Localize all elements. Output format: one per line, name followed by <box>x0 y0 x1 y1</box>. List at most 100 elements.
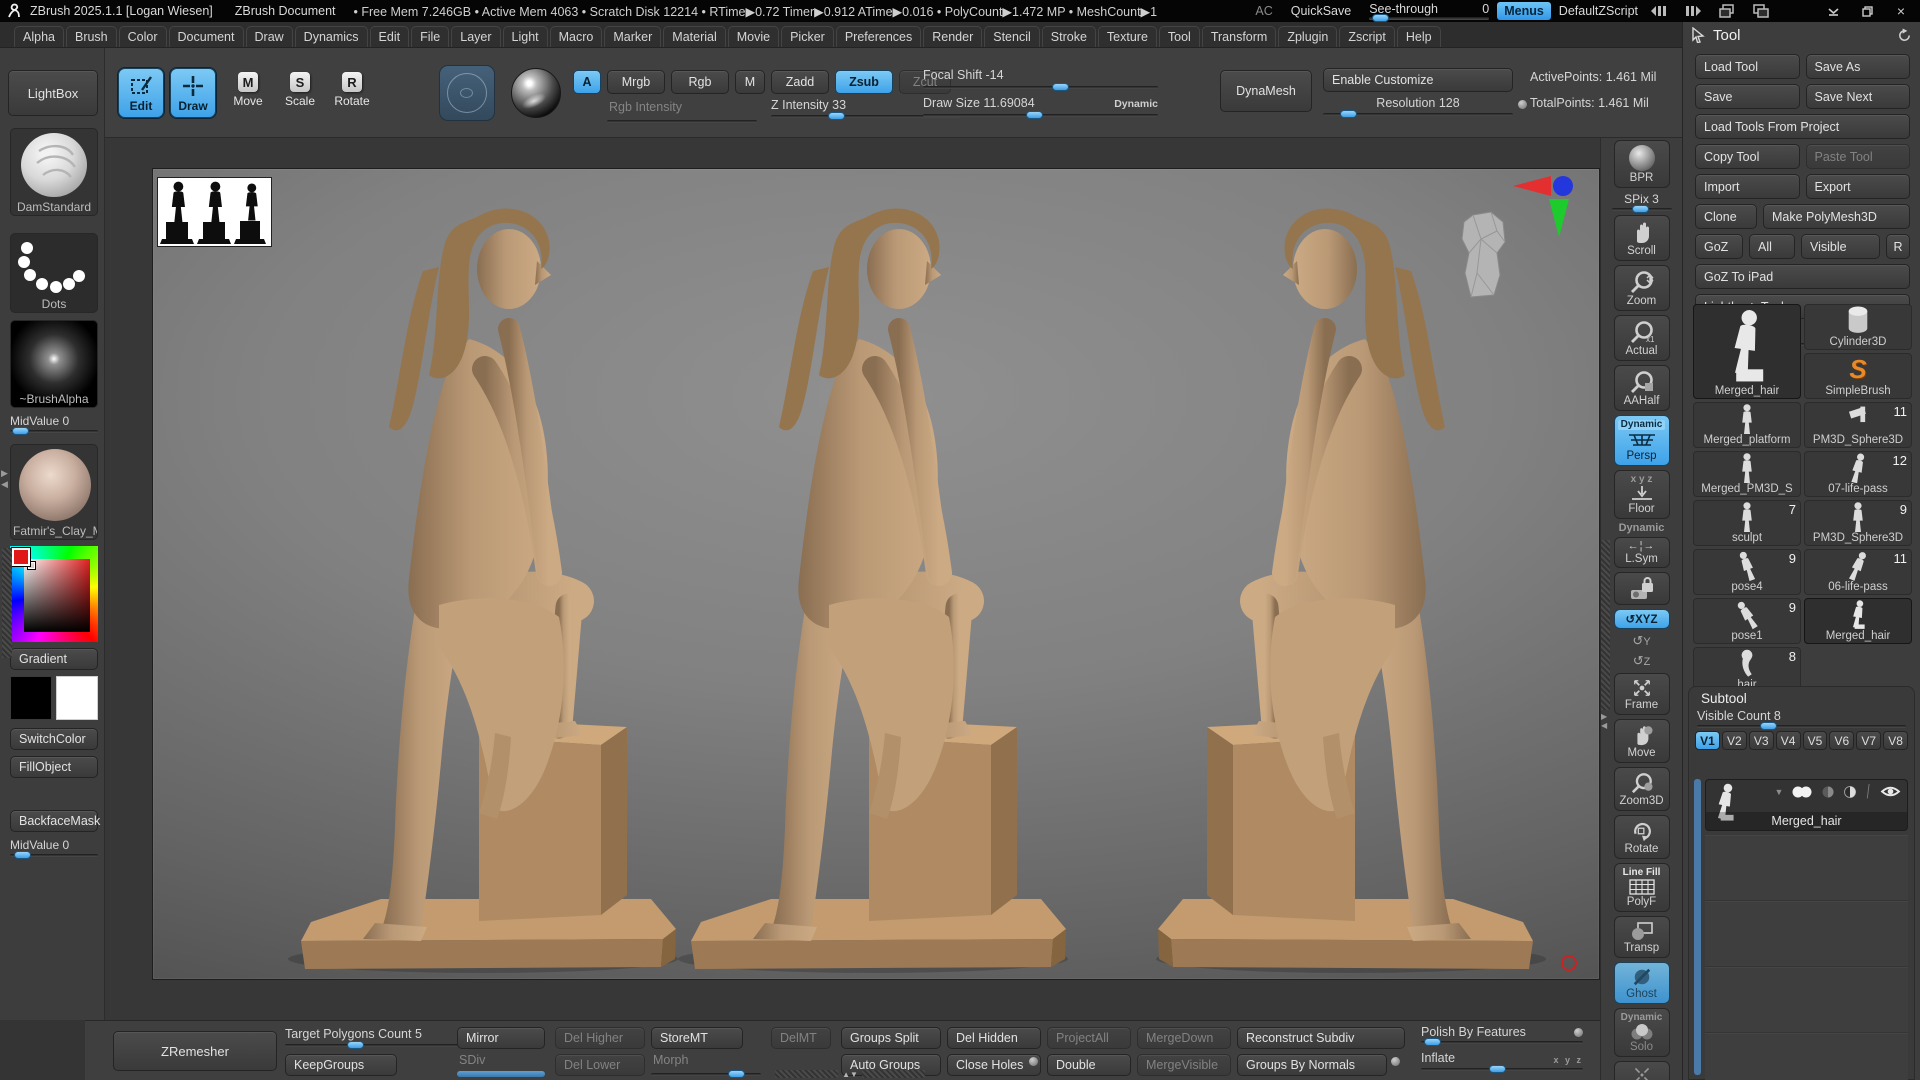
actual-button[interactable]: x1 Actual <box>1613 315 1670 361</box>
panel-refresh-icon[interactable] <box>1897 27 1912 43</box>
left-divider-expand-icon[interactable]: ▶ ◀ <box>1 468 8 490</box>
material-sphere-button[interactable] <box>511 68 561 118</box>
brush-preview-button[interactable] <box>439 65 495 121</box>
vtab-v2[interactable]: V2 <box>1721 731 1747 750</box>
current-brush-tile[interactable]: DamStandard <box>10 128 98 216</box>
tool-thumb-sculpt[interactable]: 7 sculpt <box>1693 500 1801 546</box>
close-holes-button[interactable]: Close Holes <box>947 1054 1041 1076</box>
menu-marker[interactable]: Marker <box>604 26 662 47</box>
fillobject-button[interactable]: FillObject <box>10 756 98 778</box>
subtool-item-merged-hair[interactable]: ▼ ╱ Merged_hair <box>1705 779 1908 831</box>
rotate-mode-button[interactable]: R Rotate <box>329 72 375 108</box>
xpose-button[interactable]: Xpose <box>1613 1061 1670 1080</box>
swap-panels-right-icon[interactable] <box>1748 3 1774 19</box>
mergedown-button[interactable]: MergeDown <box>1137 1027 1231 1049</box>
menu-preferences[interactable]: Preferences <box>835 26 922 47</box>
ghost-button[interactable]: Ghost <box>1613 962 1670 1004</box>
subtool-dropdown-icon[interactable]: ▼ <box>1774 787 1783 797</box>
visible-count-slider[interactable]: Visible Count 8 <box>1695 709 1908 730</box>
menu-material[interactable]: Material <box>663 26 726 47</box>
save-button[interactable]: Save <box>1695 84 1800 109</box>
statue-view-left[interactable] <box>271 177 691 987</box>
double-button[interactable]: Double <box>1047 1054 1131 1076</box>
del-higher-button[interactable]: Del Higher <box>555 1027 645 1049</box>
restore-button[interactable] <box>1854 3 1880 19</box>
menu-zscript[interactable]: Zscript <box>1339 26 1395 47</box>
edit-mode-button[interactable]: Edit <box>118 68 164 118</box>
polish-dot[interactable] <box>1574 1027 1583 1037</box>
goz-to-ipad-button[interactable]: GoZ To iPad <box>1695 264 1910 289</box>
enable-customize-button[interactable]: Enable Customize <box>1323 68 1513 92</box>
camera-bust-widget[interactable] <box>1453 209 1513 304</box>
tool-thumb-merged-pm3d[interactable]: Merged_PM3D_S <box>1693 451 1801 497</box>
bpr-button[interactable]: BPR <box>1613 140 1670 188</box>
menu-zplugin[interactable]: Zplugin <box>1278 26 1338 47</box>
menu-transform[interactable]: Transform <box>1201 26 1277 47</box>
vtab-v4[interactable]: V4 <box>1775 731 1801 750</box>
document-viewport[interactable] <box>152 168 1600 980</box>
delmt-button[interactable]: DelMT <box>771 1027 831 1049</box>
tool-thumb-cylinder3d[interactable]: Cylinder3D <box>1804 304 1912 350</box>
resolution-dot-toggle[interactable] <box>1518 100 1527 109</box>
groups-by-normals-button[interactable]: Groups By Normals <box>1237 1054 1387 1076</box>
keepgroups-button[interactable]: KeepGroups <box>285 1054 397 1076</box>
dock-left-icon[interactable] <box>1646 3 1672 19</box>
menu-movie[interactable]: Movie <box>727 26 780 47</box>
current-material-tile[interactable]: Fatmir's_Clay_Ma <box>10 444 98 540</box>
statue-view-center[interactable] <box>661 177 1081 987</box>
subtool-empty-row[interactable] <box>1705 1033 1908 1080</box>
menu-dynamics[interactable]: Dynamics <box>294 26 368 47</box>
vtab-v5[interactable]: V5 <box>1802 731 1828 750</box>
vtab-v1[interactable]: V1 <box>1695 731 1720 750</box>
switchcolor-button[interactable]: SwitchColor <box>10 728 98 750</box>
y-rotate-icon[interactable]: ↺Y <box>1632 633 1650 649</box>
tool-thumb-merged-platform[interactable]: Merged_platform <box>1693 402 1801 448</box>
projectall-button[interactable]: ProjectAll <box>1047 1027 1131 1049</box>
menu-stroke[interactable]: Stroke <box>1041 26 1096 47</box>
zsub-button[interactable]: Zsub <box>835 70 893 94</box>
make-polymesh3d-button[interactable]: Make PolyMesh3D <box>1763 204 1910 229</box>
resolution-slider[interactable]: Resolution 128 <box>1323 96 1513 118</box>
vtab-v8[interactable]: V8 <box>1883 731 1908 750</box>
tool-thumb-pm3d-sphere3d-1[interactable]: 11 PM3D_Sphere3D <box>1804 402 1912 448</box>
paste-tool-button[interactable]: Paste Tool <box>1805 144 1910 169</box>
sdiv-slider-label[interactable]: SDiv <box>459 1053 485 1067</box>
gradient-button[interactable]: Gradient <box>10 648 98 670</box>
polish-by-features-slider[interactable]: Polish By Features <box>1421 1025 1583 1046</box>
visibility-eye-icon[interactable] <box>1880 784 1901 799</box>
focal-shift-slider[interactable]: Focal Shift -14 <box>923 68 1158 91</box>
dock-right-icon[interactable] <box>1680 3 1706 19</box>
menus-button[interactable]: Menus <box>1497 2 1551 20</box>
menu-tool[interactable]: Tool <box>1158 26 1200 47</box>
minimize-button[interactable] <box>1820 3 1846 19</box>
color-a-button[interactable]: A <box>573 70 601 94</box>
tool-thumb-merged-hair-active[interactable]: Merged_hair <box>1693 304 1801 399</box>
menu-file[interactable]: File <box>411 26 450 47</box>
main-color-swatch[interactable] <box>10 676 52 720</box>
menu-brush[interactable]: Brush <box>65 26 117 47</box>
menu-picker[interactable]: Picker <box>781 26 834 47</box>
canvas-area[interactable] <box>105 138 1600 1020</box>
panel-cursor-icon[interactable] <box>1691 27 1705 43</box>
tool-thumb-pose4[interactable]: 9 pose4 <box>1693 549 1801 595</box>
menu-layer[interactable]: Layer <box>451 26 501 47</box>
zremesher-button[interactable]: ZRemesher <box>113 1031 277 1071</box>
polypaint-half-icon[interactable] <box>1821 786 1835 798</box>
save-as-button[interactable]: Save As <box>1805 54 1910 79</box>
draw-size-slider[interactable]: Draw Size 11.69084 Dynamic <box>923 96 1158 119</box>
backfacemask-button[interactable]: BackfaceMask <box>10 810 100 832</box>
subtool-empty-row[interactable] <box>1705 901 1908 967</box>
menu-light[interactable]: Light <box>502 26 548 47</box>
menu-alpha[interactable]: Alpha <box>14 26 64 47</box>
rgb-intensity-slider[interactable]: Rgb Intensity <box>609 100 682 114</box>
move-3d-button[interactable]: Move <box>1613 719 1670 763</box>
load-tools-from-project-button[interactable]: Load Tools From Project <box>1695 114 1910 139</box>
menu-help[interactable]: Help <box>1396 26 1441 47</box>
contrast-icon[interactable] <box>1843 785 1857 798</box>
midvalue-slider-top[interactable]: MidValue 0 <box>10 414 98 435</box>
default-zscript-button[interactable]: DefaultZScript <box>1559 4 1638 18</box>
zoom3d-button[interactable]: Zoom3D <box>1613 767 1670 811</box>
mirror-button[interactable]: Mirror <box>457 1027 545 1049</box>
zoom-button[interactable]: Zoom <box>1613 265 1670 311</box>
menu-texture[interactable]: Texture <box>1097 26 1157 47</box>
